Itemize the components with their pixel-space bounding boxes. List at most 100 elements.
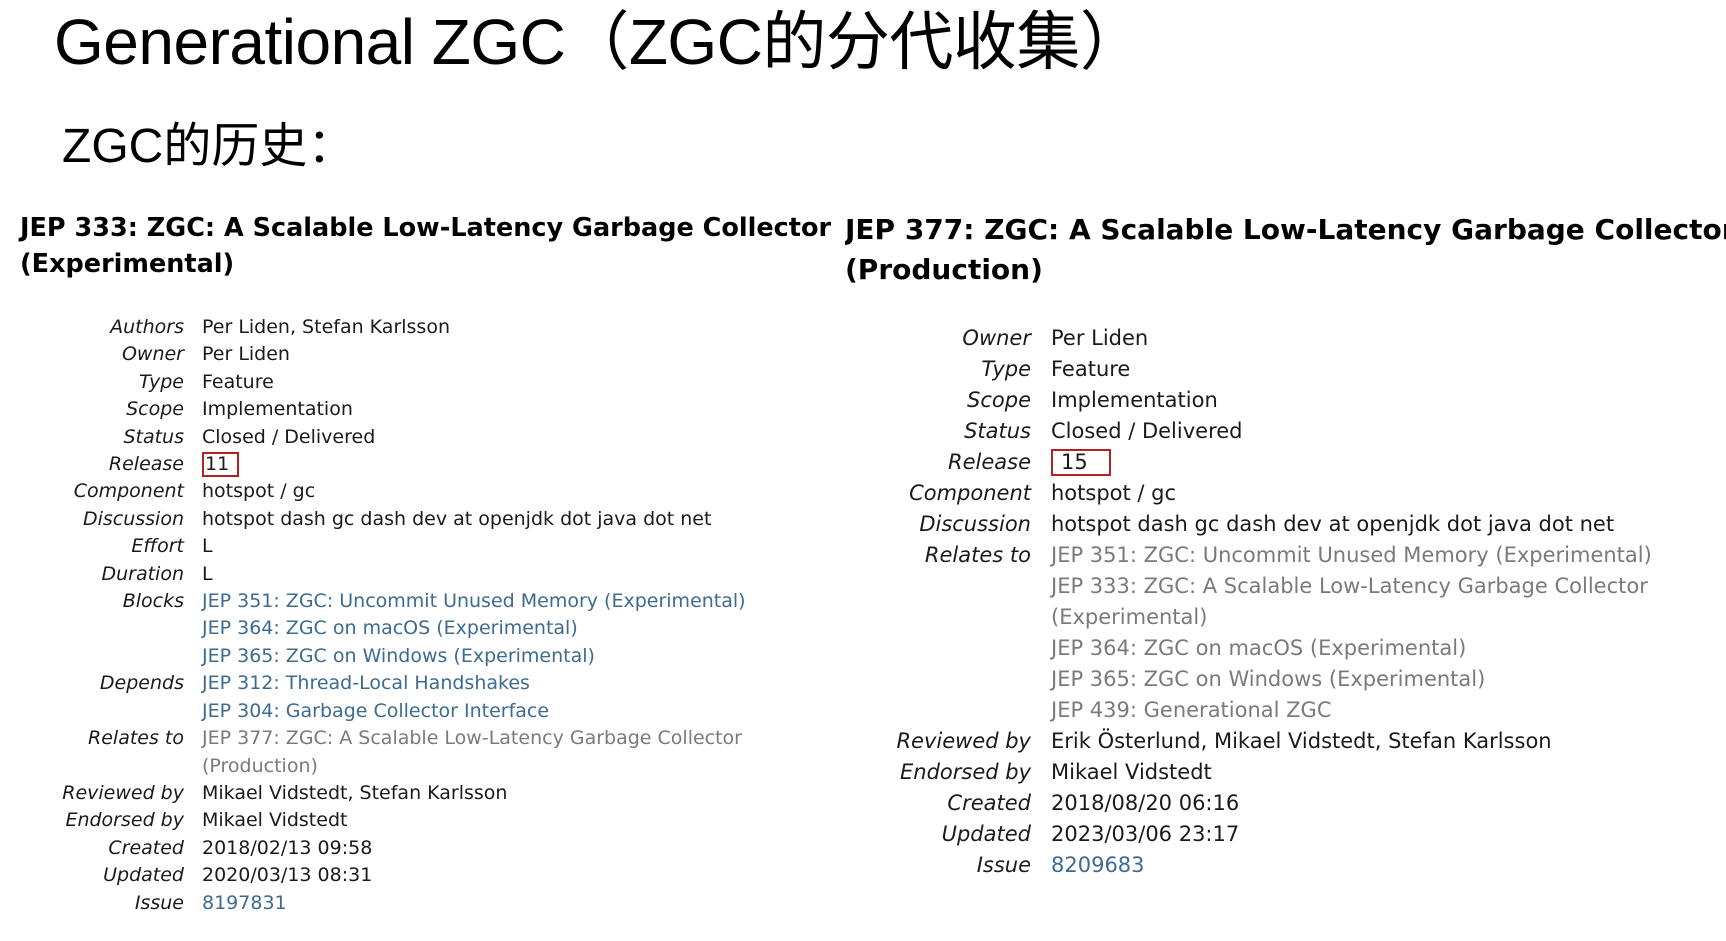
meta-key-authors: Authors: [110, 316, 184, 338]
meta-row-reviewed-by: Reviewed by Mikael Vidstedt, Stefan Karl…: [20, 780, 762, 807]
meta-row-scope: Scope Implementation: [20, 396, 762, 423]
jep-link[interactable]: JEP 351: ZGC: Uncommit Unused Memory (Ex…: [1051, 540, 1711, 571]
jep-link[interactable]: JEP 439: Generational ZGC: [1051, 695, 1711, 726]
jep-link[interactable]: JEP 304: Garbage Collector Interface: [202, 698, 762, 725]
meta-value-discussion: hotspot dash gc dash dev at openjdk dot …: [1051, 512, 1615, 536]
meta-key-status: Status: [964, 419, 1031, 443]
jep-333-title: JEP 333: ZGC: A Scalable Low-Latency Gar…: [20, 213, 832, 279]
meta-key-component: Component: [73, 480, 184, 503]
meta-value-discussion: hotspot dash gc dash dev at openjdk dot …: [202, 507, 712, 530]
meta-key-endorsed-by: Endorsed by: [65, 809, 184, 832]
meta-value-type: Feature: [202, 370, 274, 393]
meta-row-updated: Updated 2020/03/13 08:31: [20, 862, 762, 889]
meta-key-created: Created: [947, 791, 1031, 815]
meta-key-component: Component: [909, 481, 1031, 505]
meta-key-relates-to: Relates to: [88, 727, 184, 750]
release-highlight-box: 11: [202, 452, 239, 477]
meta-row-updated: Updated 2023/03/06 23:17: [845, 819, 1711, 850]
meta-key-owner: Owner: [121, 343, 184, 366]
meta-row-component: Component hotspot / gc: [20, 478, 762, 505]
issue-link[interactable]: 8209683: [1051, 853, 1145, 877]
meta-value-reviewed-by: Mikael Vidstedt, Stefan Karlsson: [202, 781, 508, 804]
meta-value-owner: Per Liden: [202, 343, 290, 366]
meta-row-status: Status Closed / Delivered: [845, 416, 1711, 447]
meta-row-discussion: Discussion hotspot dash gc dash dev at o…: [20, 506, 762, 533]
meta-key-type: Type: [981, 357, 1031, 381]
meta-row-issue: Issue 8197831: [20, 890, 762, 917]
meta-value-effort: L: [202, 535, 213, 558]
meta-row-type: Type Feature: [845, 354, 1711, 385]
jep-377-metadata-table: Owner Per Liden Type Feature Scope Imple…: [845, 323, 1711, 881]
meta-value-type: Feature: [1051, 357, 1131, 381]
meta-value-scope: Implementation: [202, 398, 353, 421]
jep-377-panel: JEP 377: ZGC: A Scalable Low-Latency Gar…: [845, 210, 1726, 881]
meta-row-effort: Effort L: [20, 533, 762, 560]
meta-value-updated: 2020/03/13 08:31: [202, 864, 373, 887]
meta-row-status: Status Closed / Delivered: [20, 424, 762, 451]
meta-key-discussion: Discussion: [82, 507, 184, 530]
meta-key-relates-to: Relates to: [924, 543, 1031, 567]
jep-link[interactable]: JEP 351: ZGC: Uncommit Unused Memory (Ex…: [202, 588, 762, 615]
meta-key-updated: Updated: [103, 864, 184, 887]
meta-key-reviewed-by: Reviewed by: [62, 781, 184, 804]
meta-row-owner: Owner Per Liden: [20, 341, 762, 368]
meta-value-updated: 2023/03/06 23:17: [1051, 822, 1240, 846]
meta-key-scope: Scope: [967, 388, 1031, 412]
meta-row-relates-to: Relates to JEP 377: ZGC: A Scalable Low-…: [20, 725, 762, 780]
jep-377-title: JEP 377: ZGC: A Scalable Low-Latency Gar…: [845, 210, 1726, 290]
meta-key-release: Release: [948, 450, 1031, 474]
jep-333-metadata-table: Authors Per Liden, Stefan Karlsson Owner…: [20, 314, 762, 917]
meta-row-type: Type Feature: [20, 369, 762, 396]
meta-key-depends: Depends: [99, 672, 184, 695]
meta-row-created: Created 2018/08/20 06:16: [845, 788, 1711, 819]
meta-key-created: Created: [108, 836, 184, 859]
meta-key-issue: Issue: [134, 891, 184, 914]
meta-row-endorsed-by: Endorsed by Mikael Vidstedt: [845, 757, 1711, 788]
meta-value-created: 2018/08/20 06:16: [1051, 791, 1240, 815]
meta-value-duration: L: [202, 562, 213, 585]
meta-key-discussion: Discussion: [919, 512, 1031, 536]
meta-key-issue: Issue: [976, 853, 1031, 877]
meta-value-scope: Implementation: [1051, 388, 1218, 412]
meta-value-authors: Per Liden, Stefan Karlsson: [202, 316, 450, 338]
meta-key-reviewed-by: Reviewed by: [896, 729, 1031, 753]
meta-row-created: Created 2018/02/13 09:58: [20, 835, 762, 862]
meta-value-component: hotspot / gc: [202, 480, 316, 503]
meta-value-endorsed-by: Mikael Vidstedt: [1051, 760, 1212, 784]
meta-row-blocks: Blocks JEP 351: ZGC: Uncommit Unused Mem…: [20, 588, 762, 670]
issue-link[interactable]: 8197831: [202, 892, 287, 914]
meta-row-endorsed-by: Endorsed by Mikael Vidstedt: [20, 807, 762, 834]
meta-value-created: 2018/02/13 09:58: [202, 836, 373, 859]
jep-link[interactable]: JEP 364: ZGC on macOS (Experimental): [202, 615, 762, 642]
jep-link[interactable]: JEP 377: ZGC: A Scalable Low-Latency Gar…: [202, 725, 762, 780]
meta-key-release: Release: [108, 453, 184, 476]
jep-link[interactable]: JEP 364: ZGC on macOS (Experimental): [1051, 633, 1711, 664]
meta-row-release: Release 15: [845, 447, 1711, 478]
meta-key-blocks: Blocks: [122, 590, 184, 613]
meta-value-owner: Per Liden: [1051, 326, 1149, 350]
meta-row-authors: Authors Per Liden, Stefan Karlsson: [20, 314, 762, 341]
meta-key-status: Status: [123, 425, 184, 448]
meta-row-owner: Owner Per Liden: [845, 323, 1711, 354]
meta-row-relates-to: Relates to JEP 351: ZGC: Uncommit Unused…: [845, 540, 1711, 726]
meta-row-reviewed-by: Reviewed by Erik Österlund, Mikael Vidst…: [845, 726, 1711, 757]
jep-333-panel: JEP 333: ZGC: A Scalable Low-Latency Gar…: [20, 210, 840, 917]
jep-link[interactable]: JEP 312: Thread-Local Handshakes: [202, 670, 762, 697]
jep-link[interactable]: JEP 333: ZGC: A Scalable Low-Latency Gar…: [1051, 571, 1711, 633]
jep-377-title-line-2: (Production): [845, 253, 1043, 286]
jep-link[interactable]: JEP 365: ZGC on Windows (Experimental): [202, 643, 762, 670]
meta-key-effort: Effort: [131, 535, 184, 558]
meta-key-scope: Scope: [126, 398, 184, 421]
meta-value-status: Closed / Delivered: [1051, 419, 1243, 443]
meta-key-duration: Duration: [101, 562, 184, 585]
section-heading: ZGC的历史：: [62, 120, 356, 173]
meta-value-reviewed-by: Erik Österlund, Mikael Vidstedt, Stefan …: [1051, 729, 1552, 753]
meta-key-owner: Owner: [962, 326, 1031, 350]
meta-row-discussion: Discussion hotspot dash gc dash dev at o…: [845, 509, 1711, 540]
meta-row-scope: Scope Implementation: [845, 385, 1711, 416]
jep-link[interactable]: JEP 365: ZGC on Windows (Experimental): [1051, 664, 1711, 695]
jep-377-title-line-1: JEP 377: ZGC: A Scalable Low-Latency Gar…: [845, 213, 1726, 246]
meta-row-duration: Duration L: [20, 561, 762, 588]
meta-key-endorsed-by: Endorsed by: [899, 760, 1031, 784]
meta-value-component: hotspot / gc: [1051, 481, 1177, 505]
